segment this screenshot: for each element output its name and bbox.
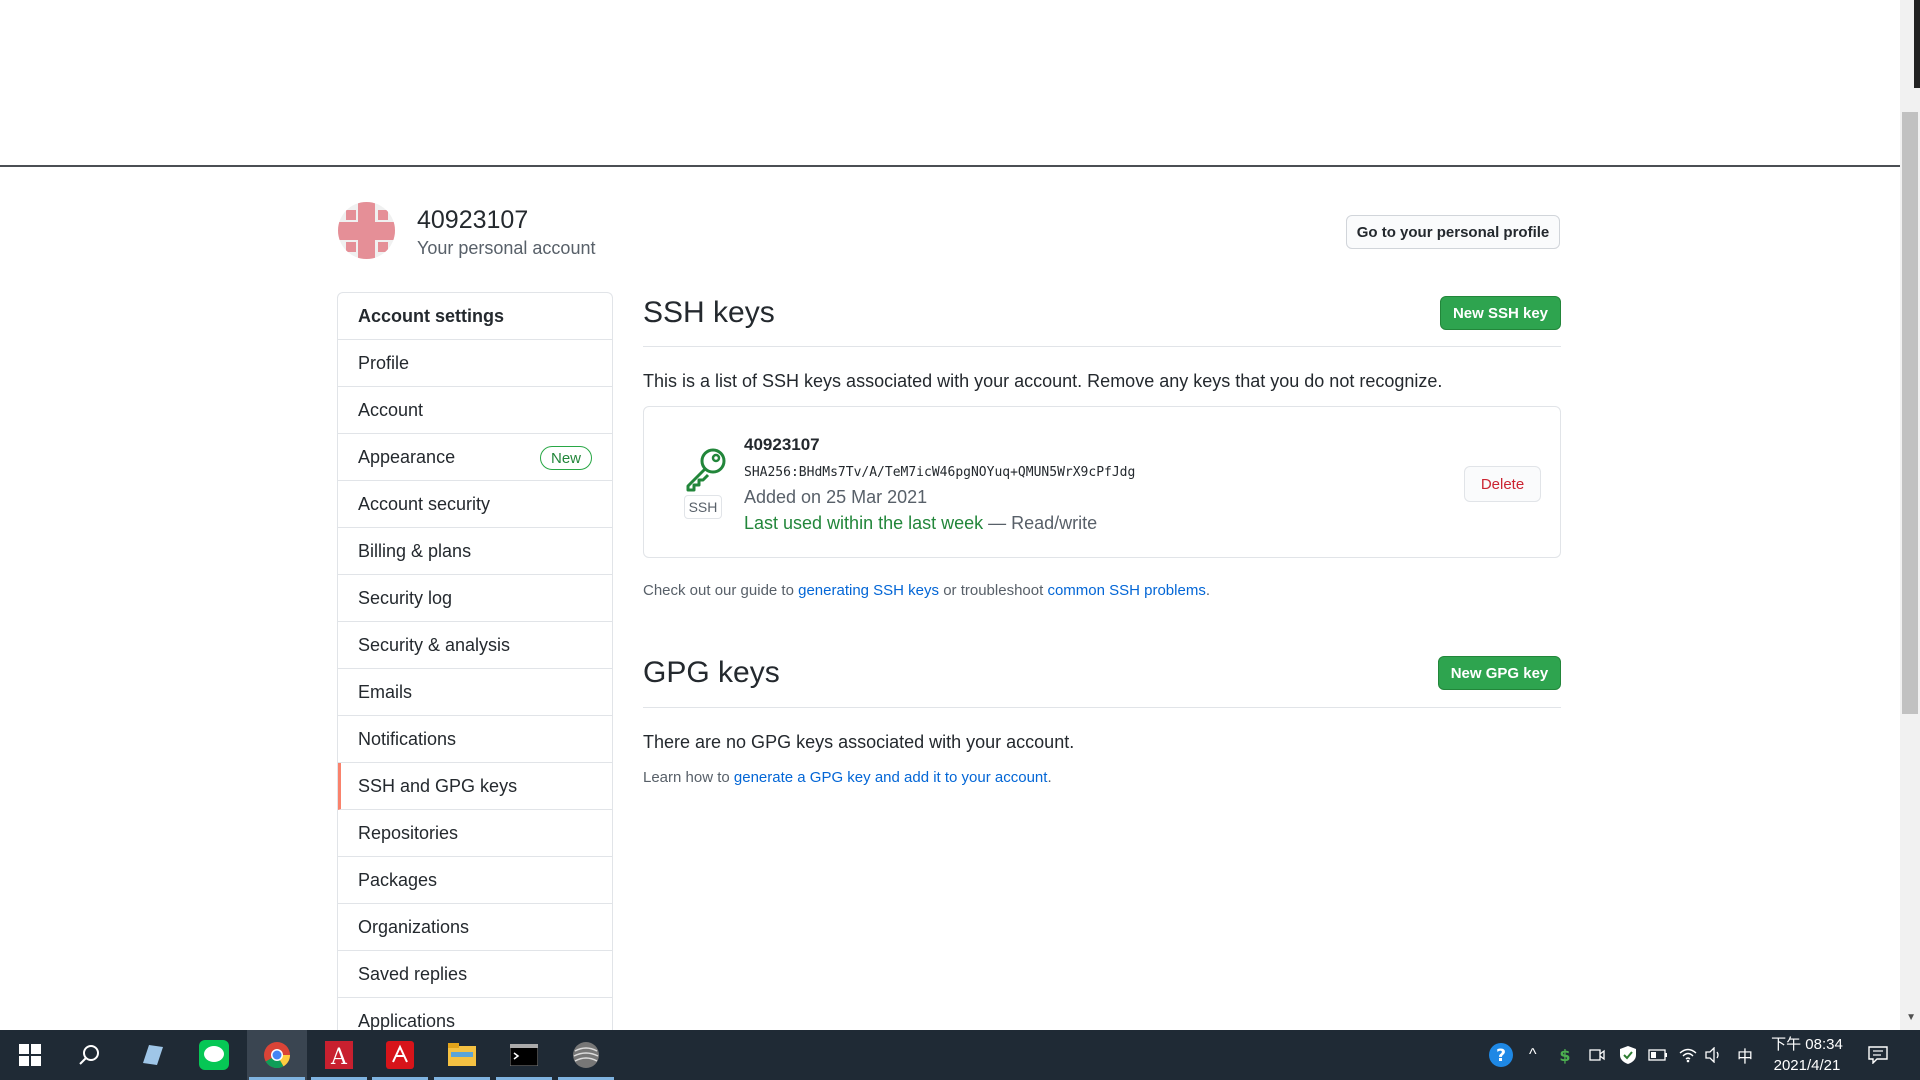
sidebar-item-repositories[interactable]: Repositories xyxy=(338,810,612,857)
delete-ssh-key-button[interactable]: Delete xyxy=(1464,466,1541,502)
gpg-empty-message: There are no GPG keys associated with yo… xyxy=(643,732,1075,752)
sidebar-item-label: Account xyxy=(358,399,424,420)
acrobat-icon[interactable] xyxy=(370,1030,430,1080)
guide-prefix: Check out our guide to xyxy=(643,582,799,599)
sidebar-item-profile[interactable]: Profile xyxy=(338,340,612,387)
windows-taskbar: A ? ^ $ 中 下午 08:34 2021/4/21 xyxy=(0,1030,1920,1080)
learn-suffix: . xyxy=(1047,769,1052,786)
sidebar-item-label: Appearance xyxy=(358,446,456,467)
sidebar-item-account[interactable]: Account xyxy=(338,387,612,434)
svg-text:A: A xyxy=(330,1045,348,1069)
ssh-key-fingerprint: SHA256:BHdMs7Tv/A/TeM7icW46pgNOYuq+QMUN5… xyxy=(744,465,1136,480)
ime-indicator[interactable]: 中 xyxy=(1737,1030,1753,1080)
sidebar-item-label: Applications xyxy=(358,1010,456,1031)
avatar[interactable] xyxy=(338,202,395,259)
ssh-guide-text: Check out our guide to generating SSH ke… xyxy=(643,582,1210,599)
sidebar-item-label: Billing & plans xyxy=(358,540,472,561)
sidebar-item-appearance[interactable]: Appearance New xyxy=(338,434,612,481)
account-subtitle: Your personal account xyxy=(417,238,596,258)
sidebar-item-notifications[interactable]: Notifications xyxy=(338,716,612,763)
ssh-description: This is a list of SSH keys associated wi… xyxy=(643,371,1443,391)
svg-text:$: $ xyxy=(1559,1046,1570,1065)
taskview-icon[interactable] xyxy=(122,1030,182,1080)
sidebar-item-label: Saved replies xyxy=(358,963,468,984)
sidebar-item-billing[interactable]: Billing & plans xyxy=(338,528,612,575)
scrollbar-thumb[interactable] xyxy=(1902,112,1918,714)
sidebar-item-security-analysis[interactable]: Security & analysis xyxy=(338,622,612,669)
meet-now-icon[interactable] xyxy=(1589,1030,1605,1080)
search-icon[interactable] xyxy=(60,1030,120,1080)
ssh-key-usage: Last used within the last week — Read/wr… xyxy=(744,513,1097,534)
ssh-key-added-date: Added on 25 Mar 2021 xyxy=(744,487,928,507)
start-icon[interactable] xyxy=(0,1030,60,1080)
ssh-key-last-used: Last used within the last week xyxy=(744,513,984,533)
volume-icon[interactable] xyxy=(1705,1030,1723,1080)
wifi-icon[interactable] xyxy=(1679,1030,1697,1080)
settings-sidebar: Account settings Profile Account Appeara… xyxy=(337,292,613,1052)
help-icon[interactable]: ? xyxy=(1488,1030,1514,1080)
sidebar-item-label: Security log xyxy=(358,587,453,608)
clock-date: 2021/4/21 xyxy=(1773,1057,1841,1074)
new-ssh-key-button[interactable]: New SSH key xyxy=(1440,296,1561,330)
page-scrollbar[interactable]: ▼ xyxy=(1900,0,1920,1030)
system-clock[interactable]: 下午 08:34 2021/4/21 xyxy=(1762,1034,1852,1076)
generating-ssh-keys-link[interactable]: generating SSH keys xyxy=(798,582,939,599)
app-icon[interactable] xyxy=(556,1030,616,1080)
sidebar-item-label: Emails xyxy=(358,681,413,702)
line-icon[interactable] xyxy=(184,1030,244,1080)
ssh-keys-title: SSH keys xyxy=(643,296,775,329)
sidebar-item-label: SSH and GPG keys xyxy=(358,775,518,796)
ssh-type-label: SSH xyxy=(684,495,722,519)
new-badge: New xyxy=(539,446,592,470)
sidebar-header: Account settings xyxy=(338,293,612,340)
sidebar-item-label: Packages xyxy=(358,869,438,890)
learn-prefix: Learn how to xyxy=(643,769,734,786)
go-to-profile-button[interactable]: Go to your personal profile xyxy=(1346,215,1560,249)
clock-time: 下午 08:34 xyxy=(1771,1036,1843,1053)
account-username[interactable]: 40923107 xyxy=(417,206,528,235)
new-gpg-key-button[interactable]: New GPG key xyxy=(1438,656,1561,690)
sidebar-item-account-security[interactable]: Account security xyxy=(338,481,612,528)
ssh-key-title: 40923107 xyxy=(744,435,820,454)
sidebar-item-ssh-gpg-keys[interactable]: SSH and GPG keys xyxy=(338,763,612,810)
scroll-down-arrow-icon[interactable]: ▼ xyxy=(1906,1012,1916,1023)
browser-blank-area xyxy=(0,0,1900,167)
chrome-icon[interactable] xyxy=(247,1030,307,1080)
ssh-section-divider xyxy=(643,346,1561,347)
generate-gpg-key-link[interactable]: generate a GPG key and add it to your ac… xyxy=(734,769,1048,786)
sidebar-item-security-log[interactable]: Security log xyxy=(338,575,612,622)
sidebar-item-organizations[interactable]: Organizations xyxy=(338,904,612,951)
file-explorer-icon[interactable] xyxy=(432,1030,492,1080)
chevron-up-icon[interactable]: ^ xyxy=(1529,1030,1537,1080)
security-shield-icon[interactable] xyxy=(1619,1030,1637,1080)
terminal-icon[interactable] xyxy=(494,1030,554,1080)
ssh-key-card: SSH 40923107 SHA256:BHdMs7Tv/A/TeM7icW46… xyxy=(643,406,1561,558)
sidebar-item-label: Notifications xyxy=(358,728,457,749)
guide-suffix: . xyxy=(1205,582,1210,599)
key-icon xyxy=(686,448,726,492)
common-ssh-problems-link[interactable]: common SSH problems xyxy=(1047,582,1205,599)
sidebar-item-label: Profile xyxy=(358,352,410,373)
sidebar-item-emails[interactable]: Emails xyxy=(338,669,612,716)
notification-center-icon[interactable] xyxy=(1868,1030,1888,1080)
gpg-section-divider xyxy=(643,707,1561,708)
autocad-icon[interactable]: A xyxy=(309,1030,369,1080)
sidebar-item-label: Organizations xyxy=(358,916,470,937)
gpg-keys-title: GPG keys xyxy=(643,656,780,689)
ssh-key-access: — Read/write xyxy=(983,513,1098,533)
sidebar-item-label: Security & analysis xyxy=(358,634,511,655)
gpg-learn-text: Learn how to generate a GPG key and add … xyxy=(643,769,1052,786)
scrollbar-top-marker xyxy=(1914,0,1920,88)
sidebar-item-packages[interactable]: Packages xyxy=(338,857,612,904)
svg-text:?: ? xyxy=(1496,1046,1506,1066)
battery-icon[interactable] xyxy=(1648,1030,1668,1080)
sidebar-item-label: Repositories xyxy=(358,822,459,843)
sidebar-item-label: Account security xyxy=(358,493,491,514)
guide-mid: or troubleshoot xyxy=(939,582,1048,599)
money-app-icon[interactable]: $ xyxy=(1557,1030,1573,1080)
sidebar-item-saved-replies[interactable]: Saved replies xyxy=(338,951,612,998)
